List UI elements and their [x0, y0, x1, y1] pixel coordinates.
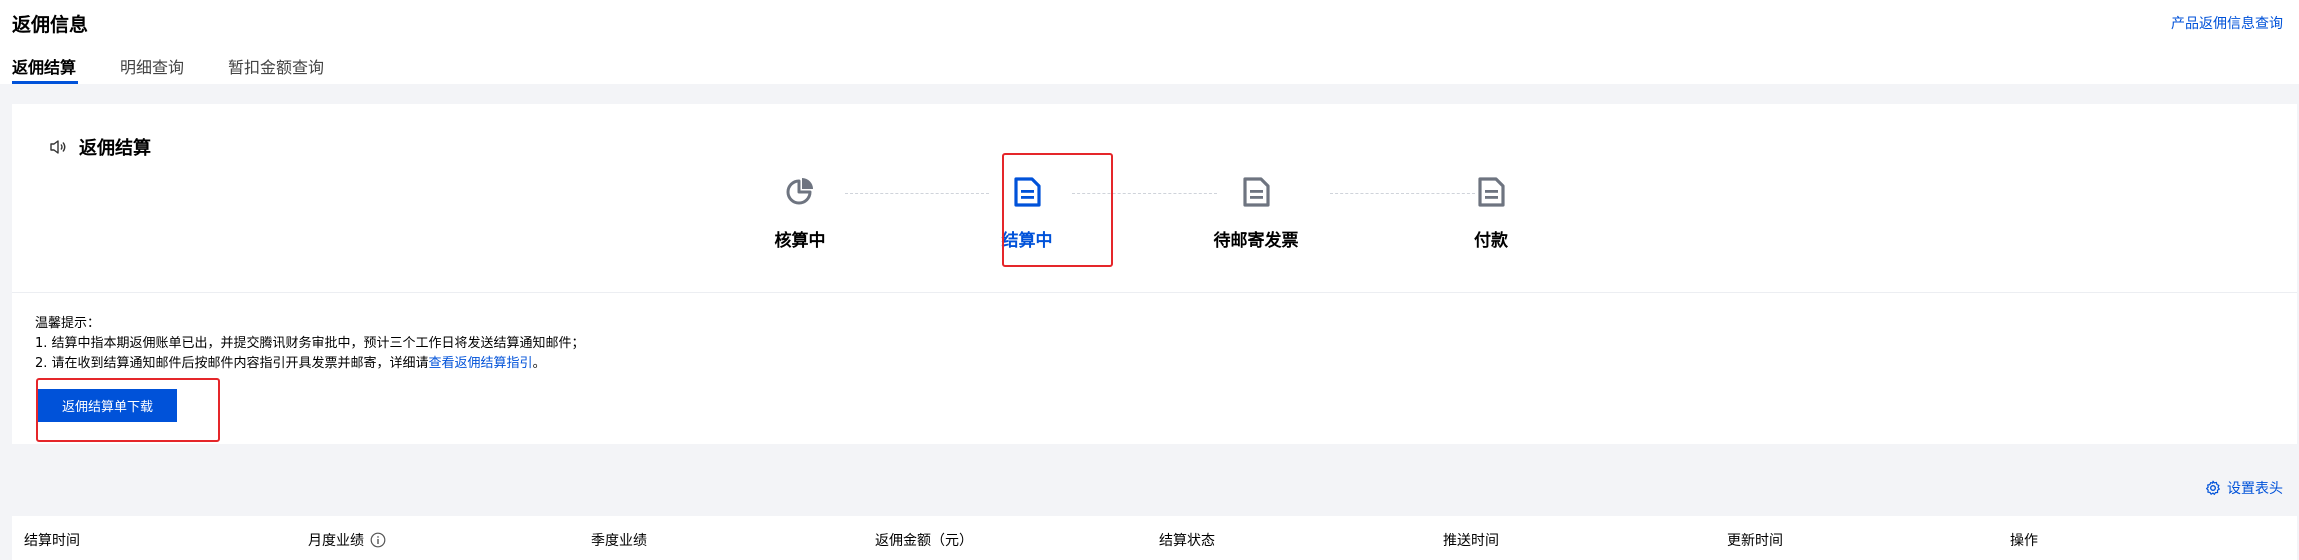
tips-line-2-text: 2. 请在收到结算通知邮件后按邮件内容指引开具发票并邮寄，详细请 — [35, 356, 429, 371]
step-label: 结算中 — [1001, 231, 1053, 251]
info-icon[interactable] — [370, 532, 386, 548]
page-header: 返佣信息 产品返佣信息查询 返佣结算 明细查询 暂扣金额查询 — [0, 0, 2299, 84]
table-settings-button[interactable]: 设置表头 — [2205, 478, 2283, 498]
pie-chart-icon — [786, 178, 813, 205]
step-await-invoice: 待邮寄发票 — [1186, 174, 1326, 251]
tips-block: 温馨提示： 1. 结算中指本期返佣账单已出，并提交腾讯财务审批中，预计三个工作日… — [35, 314, 585, 374]
column-header: 结算状态 — [1159, 533, 1215, 549]
column-header: 月度业绩 — [308, 533, 364, 549]
tips-line-2: 2. 请在收到结算通知邮件后按邮件内容指引开具发票并邮寄，详细请查看返佣结算指引… — [35, 354, 585, 374]
settlement-title-text: 返佣结算 — [79, 138, 151, 159]
document-icon — [1243, 177, 1270, 207]
column-header: 结算时间 — [24, 533, 80, 549]
step-label: 待邮寄发票 — [1213, 231, 1299, 251]
tab-rebate-settlement[interactable]: 返佣结算 — [12, 54, 76, 78]
document-icon — [1014, 177, 1041, 207]
settlement-card: 返佣结算 核算中 结算中 待邮寄发票 付款 温馨提示： 1. 结算中指本期返佣账… — [12, 104, 2297, 444]
download-settlement-button[interactable]: 返佣结算单下载 — [38, 389, 177, 422]
table-settings-label: 设置表头 — [2227, 481, 2283, 497]
step-payment: 付款 — [1421, 174, 1561, 251]
column-header: 返佣金额（元） — [875, 533, 973, 549]
settlement-guide-link[interactable]: 查看返佣结算指引 — [429, 356, 533, 371]
gear-icon — [2206, 480, 2220, 495]
column-header: 更新时间 — [1727, 533, 1783, 549]
settlement-card-title: 返佣结算 — [49, 134, 151, 160]
product-rebate-query-link[interactable]: 产品返佣信息查询 — [2171, 13, 2283, 33]
column-header-monthly: 月度业绩 — [308, 530, 386, 550]
speaker-icon — [50, 140, 66, 154]
tips-line-2-suffix: 。 — [532, 356, 546, 371]
page-title: 返佣信息 — [12, 14, 89, 36]
column-header: 季度业绩 — [591, 533, 647, 549]
tips-line-1: 1. 结算中指本期返佣账单已出，并提交腾讯财务审批中，预计三个工作日将发送结算通… — [35, 336, 585, 351]
step-settling: 结算中 — [957, 174, 1097, 251]
step-label: 付款 — [1474, 231, 1508, 251]
column-header: 推送时间 — [1443, 533, 1499, 549]
step-label: 核算中 — [774, 231, 826, 251]
active-tab-indicator — [12, 81, 78, 84]
table-header-row: 结算时间 月度业绩 季度业绩 返佣金额（元） 结算状态 推送时间 更新时间 操作 — [12, 516, 2297, 560]
tab-withheld-amount-query[interactable]: 暂扣金额查询 — [228, 54, 324, 78]
tab-detail-query[interactable]: 明细查询 — [120, 54, 184, 78]
column-header: 操作 — [2010, 533, 2038, 549]
card-divider — [12, 292, 2297, 293]
step-accounting: 核算中 — [730, 174, 870, 251]
document-icon — [1478, 177, 1505, 207]
tips-heading: 温馨提示： — [35, 316, 101, 331]
